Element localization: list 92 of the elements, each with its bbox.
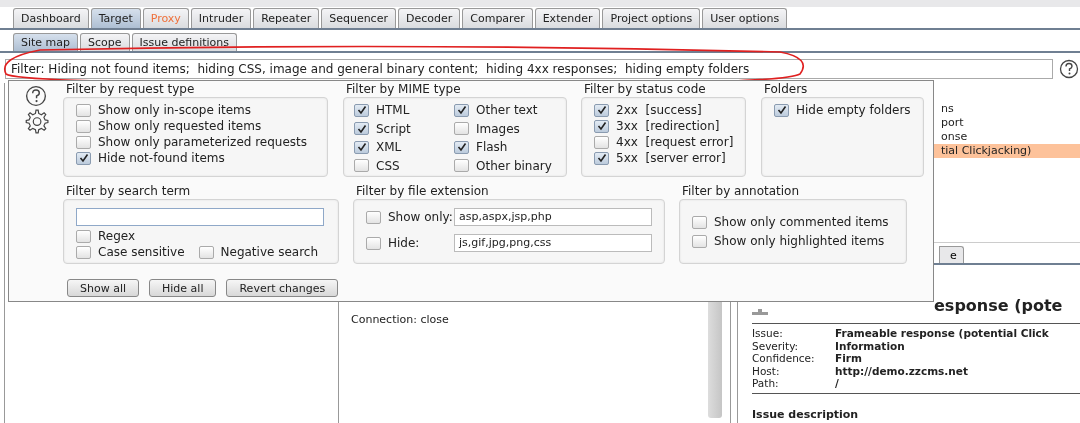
main-tab[interactable]: User options <box>702 8 788 28</box>
checkbox[interactable] <box>454 122 469 135</box>
main-tab[interactable]: Extender <box>534 8 601 28</box>
checkbox-option[interactable]: Case sensitive <box>76 244 185 260</box>
main-tab[interactable]: Repeater <box>253 8 320 28</box>
checkbox[interactable] <box>76 119 91 133</box>
request-line: Connection: close <box>351 313 450 326</box>
checkbox[interactable] <box>594 151 609 165</box>
action-button[interactable]: Show all <box>67 279 140 297</box>
checkbox[interactable] <box>594 103 609 117</box>
main-tab[interactable]: Comparer <box>462 8 533 28</box>
action-button[interactable]: Hide all <box>149 279 217 297</box>
checkbox-option[interactable]: Show only highlighted items <box>692 233 906 249</box>
checkbox[interactable] <box>366 236 381 250</box>
checkbox[interactable] <box>692 215 707 229</box>
checkbox-option[interactable]: 2xx [success] <box>594 102 745 118</box>
group-title: Filter by status code <box>583 81 707 97</box>
issue-heading: esponse (pote <box>934 296 1063 315</box>
main-tab[interactable]: Intruder <box>190 8 252 28</box>
extension-field[interactable]: asp,aspx,jsp,php <box>454 208 652 226</box>
detail-tab[interactable]: e <box>939 246 964 263</box>
checkbox[interactable] <box>76 229 91 243</box>
checkbox-option[interactable]: Show only in-scope items <box>76 102 327 118</box>
checkbox-option[interactable]: Show only requested items <box>76 118 327 134</box>
checkbox-option[interactable]: Show only commented items <box>692 214 906 230</box>
checkbox[interactable] <box>454 159 469 172</box>
group-title: Filter by file extension <box>355 183 490 199</box>
filter-bar[interactable]: Filter: Hiding not found items; hiding CSS, image and general binary content; hiding 4xx responses; hiding empty folders <box>5 59 1053 79</box>
checkbox[interactable] <box>366 210 381 224</box>
checkbox-option[interactable]: Other text <box>454 102 566 118</box>
checkbox[interactable] <box>76 245 91 259</box>
checkbox[interactable] <box>198 245 214 259</box>
checkbox-option[interactable]: 5xx [server error] <box>594 150 745 166</box>
extension-field[interactable]: js,gif,jpg,png,css <box>454 234 652 252</box>
checkbox[interactable] <box>594 135 609 149</box>
checkbox-option[interactable]: CSS <box>354 157 454 174</box>
checkbox-option[interactable]: HTML <box>354 102 454 118</box>
field-value: Firm <box>835 352 863 365</box>
checkbox-option[interactable]: 3xx [redirection] <box>594 118 745 134</box>
checkbox[interactable] <box>354 103 369 117</box>
checkbox[interactable] <box>354 140 369 154</box>
group-title: Filter by request type <box>65 81 196 97</box>
main-tab[interactable]: Project options <box>602 8 701 28</box>
checkbox-option[interactable]: Show only parameterized requests <box>76 134 327 150</box>
main-tab[interactable]: Dashboard <box>13 8 89 28</box>
checkbox[interactable] <box>76 135 91 149</box>
checkbox-option[interactable]: XML <box>354 139 454 155</box>
checkbox-option[interactable]: Other binary <box>454 157 566 174</box>
settings-icon[interactable] <box>23 108 49 134</box>
field-value: Frameable response (potential Click <box>835 327 1050 340</box>
checkbox[interactable] <box>774 103 789 117</box>
group-title: Filter by annotation <box>681 183 801 199</box>
field-label: Path: <box>752 377 780 390</box>
checkbox-option[interactable]: Images <box>454 120 566 137</box>
field-value: http://demo.zzcms.net <box>835 364 969 377</box>
help-icon[interactable] <box>25 85 47 107</box>
search-field[interactable] <box>76 208 324 226</box>
checkbox-option[interactable]: Hide empty folders <box>774 102 923 118</box>
checkbox-option[interactable]: Script <box>354 120 454 137</box>
checkbox[interactable] <box>692 234 707 248</box>
main-tab[interactable]: Target <box>90 8 141 28</box>
checkbox-option[interactable]: 4xx [request error] <box>594 134 745 150</box>
main-tab[interactable]: Sequencer <box>321 8 396 28</box>
checkbox[interactable] <box>354 159 369 172</box>
field-label: Severity: <box>752 339 800 352</box>
checkbox-option[interactable]: Hide not-found items <box>76 150 327 166</box>
main-tab[interactable]: Decoder <box>397 8 461 28</box>
help-icon[interactable] <box>1059 59 1079 79</box>
checkbox-option[interactable]: Show only: <box>366 209 454 225</box>
checkbox[interactable] <box>354 122 369 135</box>
group-title: Folders <box>763 81 809 97</box>
checkbox[interactable] <box>76 151 91 165</box>
field-label: Issue: <box>752 327 784 340</box>
field-label: Confidence: <box>752 352 816 365</box>
group-title: Filter by MIME type <box>345 81 462 97</box>
issue-icon <box>752 309 768 315</box>
field-value: / <box>835 377 840 390</box>
checkbox-option[interactable]: Flash <box>454 139 566 155</box>
field-value: Information <box>835 339 906 352</box>
checkbox-option[interactable]: Negative search <box>198 244 319 260</box>
action-button[interactable]: Revert changes <box>226 279 339 297</box>
section-heading: Issue description <box>752 407 860 421</box>
sub-tab[interactable]: Scope <box>80 33 130 51</box>
checkbox[interactable] <box>454 140 469 154</box>
checkbox[interactable] <box>454 103 469 117</box>
group-title: Filter by search term <box>65 183 192 199</box>
checkbox[interactable] <box>594 119 609 133</box>
field-label: Host: <box>752 364 781 377</box>
checkbox-option[interactable]: Regex <box>76 228 338 244</box>
checkbox-option[interactable]: Hide: <box>366 235 454 251</box>
checkbox[interactable] <box>76 103 91 117</box>
sub-tab[interactable]: Site map <box>13 33 79 51</box>
